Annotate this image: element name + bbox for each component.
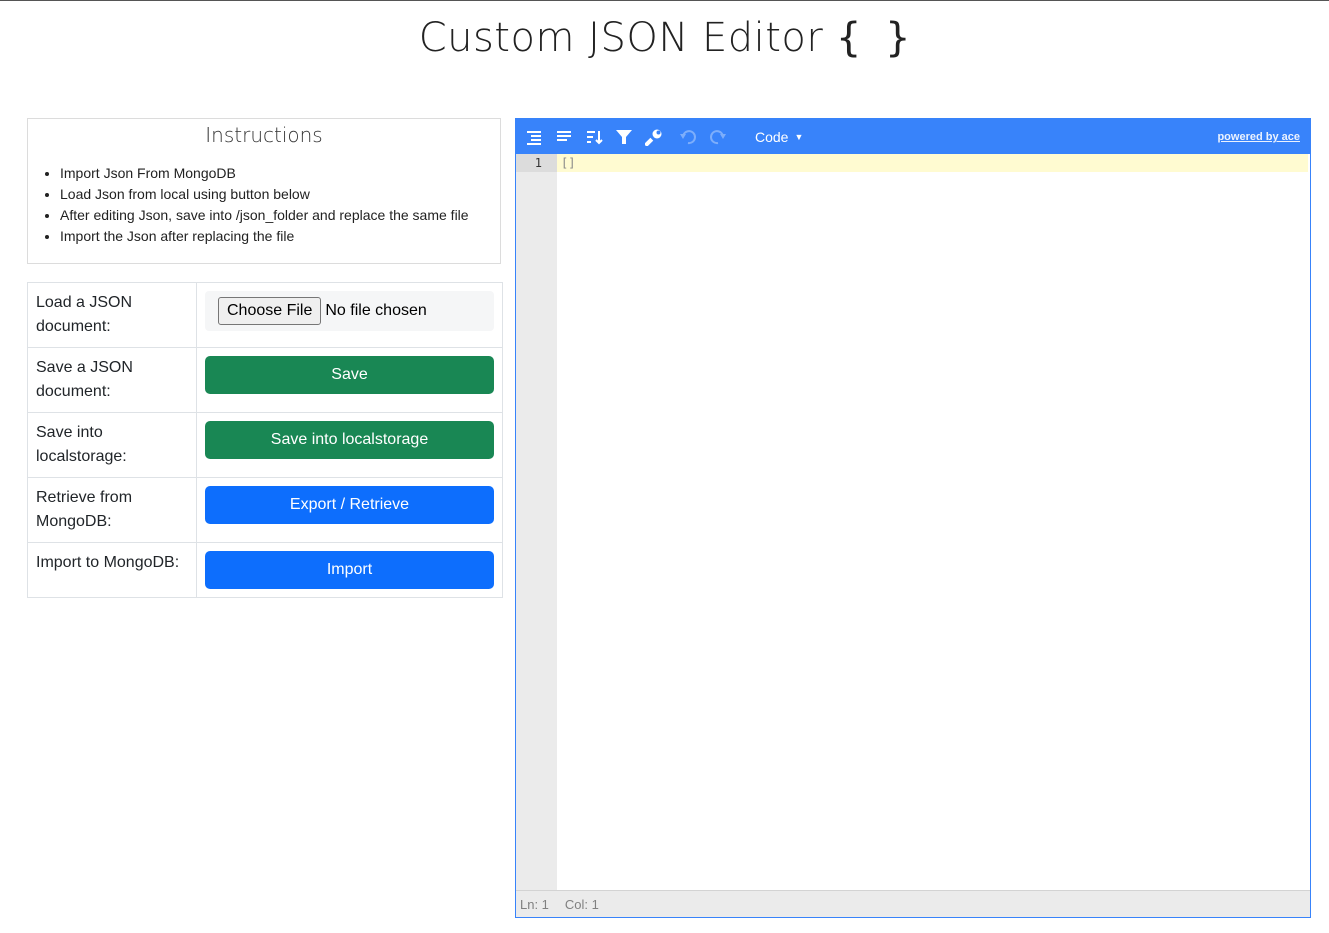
choose-file-button[interactable]: Choose File — [218, 297, 322, 325]
file-status: No file chosen — [325, 302, 427, 319]
export-retrieve-button[interactable]: Export / Retrieve — [205, 486, 494, 524]
active-line-highlight — [557, 154, 1308, 172]
instructions-panel: Instructions Import Json From MongoDB Lo… — [27, 118, 501, 264]
format-icon[interactable] — [519, 119, 549, 154]
page-title-text: Custom JSON Editor — [418, 15, 824, 61]
import-label: Import to MongoDB: — [27, 542, 197, 598]
save-cell: Save — [196, 347, 503, 413]
code-area[interactable]: 1 [] — [516, 154, 1310, 890]
save-localstorage-button[interactable]: Save into localstorage — [205, 421, 494, 459]
instruction-item: Load Json from local using button below — [60, 184, 500, 205]
status-bar: Ln: 1 Col: 1 — [516, 890, 1310, 917]
sort-icon[interactable] — [579, 119, 609, 154]
json-editor: Code ▼ powered by ace 1 [] Ln: 1 Col: 1 — [515, 118, 1311, 918]
instructions-list: Import Json From MongoDB Load Json from … — [28, 163, 500, 247]
localstorage-cell: Save into localstorage — [196, 412, 503, 478]
instructions-heading: Instructions — [205, 123, 323, 147]
repair-icon[interactable] — [639, 119, 669, 154]
instruction-item: After editing Json, save into /json_fold… — [60, 205, 500, 226]
file-input[interactable]: Choose File No file chosen — [205, 291, 494, 331]
import-row: Import to MongoDB: Import — [27, 542, 503, 598]
page-title: Custom JSON Editor { } — [0, 15, 1329, 61]
line-gutter: 1 — [516, 154, 557, 890]
line-number: 1 — [516, 154, 557, 172]
retrieve-cell: Export / Retrieve — [196, 477, 503, 543]
status-line: Ln: 1 — [520, 896, 549, 912]
mode-label: Code — [755, 128, 789, 145]
title-braces: { } — [836, 15, 911, 61]
instruction-item: Import Json From MongoDB — [60, 163, 500, 184]
redo-icon[interactable] — [703, 119, 733, 154]
save-row: Save a JSON document: Save — [27, 347, 503, 413]
load-label: Load a JSON document: — [27, 282, 197, 348]
status-column: Col: 1 — [564, 896, 599, 912]
chevron-down-icon: ▼ — [794, 131, 804, 142]
localstorage-row: Save into localstorage: Save into locals… — [27, 412, 503, 478]
powered-by-link[interactable]: powered by ace — [1217, 131, 1300, 143]
editor-toolbar: Code ▼ powered by ace — [516, 119, 1310, 154]
import-button[interactable]: Import — [205, 551, 494, 589]
load-cell: Choose File No file chosen — [196, 282, 503, 348]
save-button[interactable]: Save — [205, 356, 494, 394]
code-content[interactable]: [] — [561, 154, 575, 172]
localstorage-label: Save into localstorage: — [27, 412, 197, 478]
controls-table: Load a JSON document: Choose File No fil… — [27, 282, 503, 598]
save-label: Save a JSON document: — [27, 347, 197, 413]
undo-icon[interactable] — [673, 119, 703, 154]
load-row: Load a JSON document: Choose File No fil… — [27, 282, 503, 348]
compact-icon[interactable] — [549, 119, 579, 154]
instruction-item: Import the Json after replacing the file — [60, 226, 500, 247]
filter-icon[interactable] — [609, 119, 639, 154]
retrieve-row: Retrieve from MongoDB: Export / Retrieve — [27, 477, 503, 543]
mode-dropdown[interactable]: Code ▼ — [755, 129, 803, 145]
retrieve-label: Retrieve from MongoDB: — [27, 477, 197, 543]
import-cell: Import — [196, 542, 503, 598]
